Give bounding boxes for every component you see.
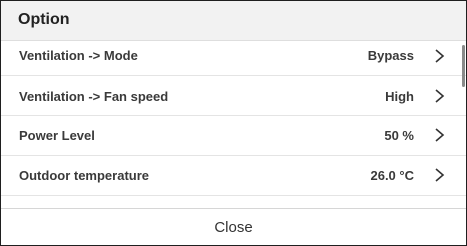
- list-scrollbar-thumb[interactable]: [462, 45, 465, 87]
- list-item-power-level[interactable]: Power Level 50 %: [1, 116, 466, 156]
- chevron-right-icon: [435, 49, 445, 63]
- option-list: Ventilation -> Mode Bypass Ventilation -…: [1, 41, 466, 207]
- option-dialog: Option Ventilation -> Mode Bypass Ventil…: [0, 0, 467, 246]
- row-value: 26.0 °C: [370, 168, 414, 183]
- dialog-title: Option: [18, 11, 70, 28]
- close-button[interactable]: Close: [1, 209, 466, 245]
- row-value: Bypass: [367, 48, 414, 63]
- row-label: Ventilation -> Fan speed: [19, 89, 169, 104]
- chevron-right-icon: [435, 168, 445, 182]
- list-item-ventilation-fan-speed[interactable]: Ventilation -> Fan speed High: [1, 76, 466, 116]
- row-label: Ventilation -> Mode: [19, 48, 138, 63]
- chevron-right-icon: [435, 128, 445, 142]
- row-label: Outdoor temperature: [19, 168, 150, 183]
- list-item-outdoor-temperature[interactable]: Outdoor temperature 26.0 °C: [1, 156, 466, 196]
- row-value: High: [385, 89, 414, 104]
- dialog-header: Option: [1, 1, 466, 41]
- dialog-footer: Close: [1, 208, 466, 245]
- list-item-ventilation-mode[interactable]: Ventilation -> Mode Bypass: [1, 41, 466, 76]
- row-value: 50 %: [384, 128, 414, 143]
- row-label: Power Level: [19, 128, 95, 143]
- chevron-right-icon: [435, 89, 445, 103]
